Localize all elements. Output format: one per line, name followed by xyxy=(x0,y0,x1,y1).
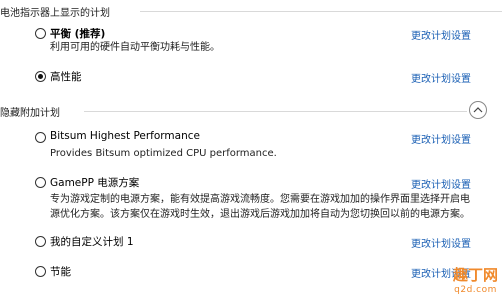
plan-high-performance-name[interactable]: 高性能 xyxy=(50,69,82,84)
plan-gamepp-name[interactable]: GamePP 电源方案 xyxy=(50,175,139,190)
chevron-up-icon xyxy=(473,107,483,113)
plan-power-saver-radio[interactable] xyxy=(35,266,46,277)
watermark-logo: 趣丁网 xyxy=(452,266,498,284)
hidden-plans-header: 隐藏附加计划 xyxy=(0,108,60,119)
plan-gamepp-radio[interactable] xyxy=(35,177,46,188)
plan-bitsum-change-link[interactable]: 更改计划设置 xyxy=(411,131,471,146)
plan-balanced-radio[interactable] xyxy=(35,28,46,39)
plan-bitsum-radio[interactable] xyxy=(35,132,46,143)
battery-plans-header: 电池指示器上显示的计划 xyxy=(0,8,110,19)
hidden-plans-divider xyxy=(84,111,467,112)
plan-gamepp-desc: 专为游戏定制的电源方案，能有效提高游戏流畅度。您需要在游戏加加的操作界面里选择开… xyxy=(50,194,470,220)
battery-plans-divider xyxy=(140,11,502,12)
site-watermark: 趣丁网 q2d.com xyxy=(453,264,498,295)
plan-balanced-change-link[interactable]: 更改计划设置 xyxy=(411,27,471,42)
plan-power-saver-name[interactable]: 节能 xyxy=(50,264,71,279)
plan-bitsum-name[interactable]: Bitsum Highest Performance xyxy=(50,130,200,142)
plan-custom-name[interactable]: 我的自定义计划 1 xyxy=(50,234,134,249)
plan-custom-change-link[interactable]: 更改计划设置 xyxy=(411,235,471,250)
watermark-url: q2d.com xyxy=(454,285,497,295)
plan-balanced-desc: 利用可用的硬件自动平衡功耗与性能。 xyxy=(50,42,220,53)
plan-high-performance-radio[interactable] xyxy=(35,71,46,82)
plan-custom-radio[interactable] xyxy=(35,236,46,247)
collapse-hidden-plans-button[interactable] xyxy=(469,101,487,119)
plan-high-performance-change-link[interactable]: 更改计划设置 xyxy=(411,70,471,85)
plan-bitsum-desc: Provides Bitsum optimized CPU performanc… xyxy=(50,148,277,159)
plan-balanced-name[interactable]: 平衡 (推荐) xyxy=(50,26,105,41)
plan-gamepp-change-link[interactable]: 更改计划设置 xyxy=(411,176,471,191)
